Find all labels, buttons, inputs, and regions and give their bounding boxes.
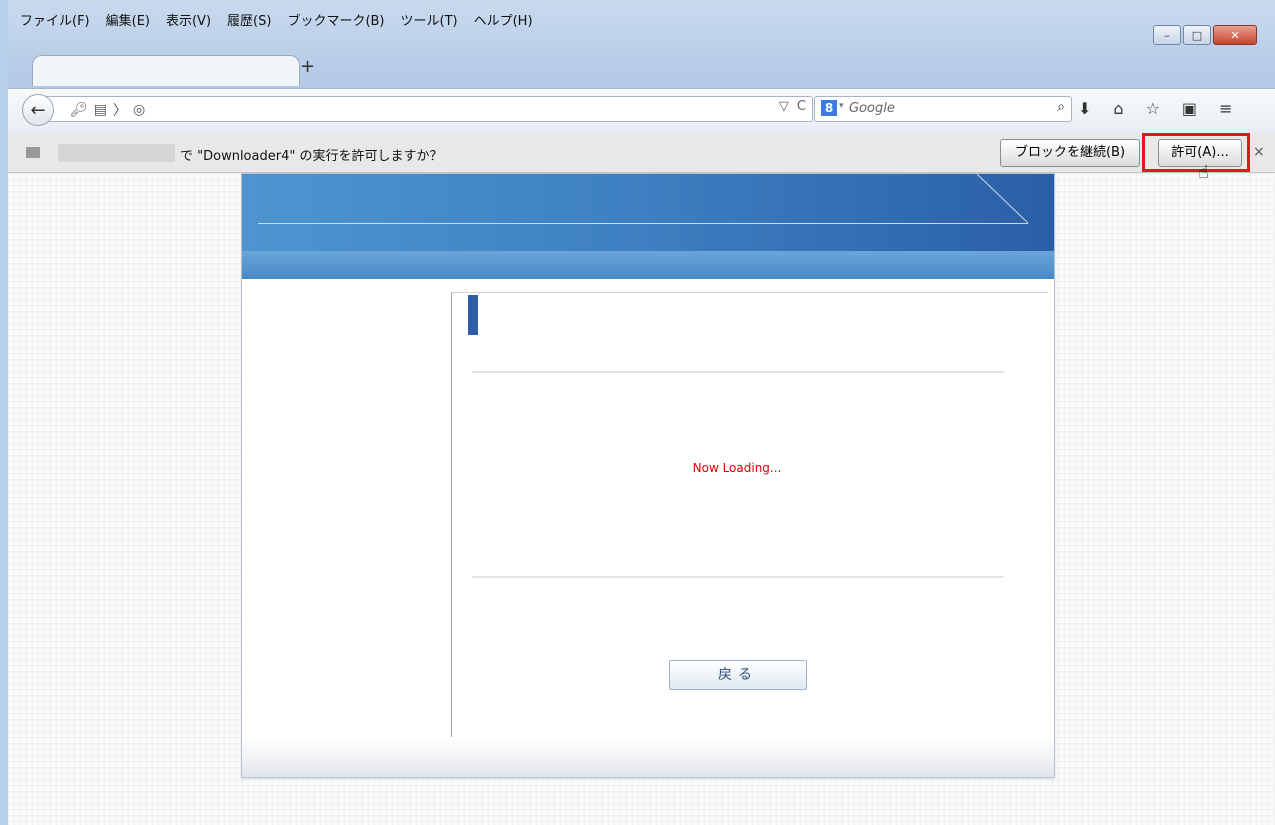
- window-controls: – □ ✕: [1153, 25, 1257, 45]
- new-tab-button[interactable]: +: [300, 56, 315, 77]
- notification-message: で "Downloader4" の実行を許可しますか？: [180, 149, 443, 164]
- loading-text: Now Loading...: [692, 461, 782, 475]
- divider: [472, 371, 1004, 373]
- bookmarks-list-icon[interactable]: ▣: [1182, 99, 1197, 118]
- banner-diagonal: [976, 174, 1029, 224]
- menu-history[interactable]: 履歴(S): [227, 10, 271, 29]
- sub-banner: [242, 251, 1054, 279]
- accent-bar: [468, 295, 478, 335]
- search-engine-dropdown-icon[interactable]: ▾: [839, 101, 844, 111]
- close-window-button[interactable]: ✕: [1213, 25, 1257, 45]
- hand-cursor-icon: ☝: [1198, 162, 1209, 183]
- header-banner: [242, 174, 1054, 251]
- plugin-icon[interactable]: ▤: [94, 102, 107, 118]
- menu-bookmarks[interactable]: ブックマーク(B): [287, 10, 384, 29]
- navigation-bar: 🔑︎ ▤ 〉 ◎ ▽ C ← 8 ▾ Google ⌕ ⬇︎ ⌂ ☆ ▣ ≡: [8, 88, 1275, 134]
- browser-tab[interactable]: [32, 55, 300, 86]
- globe-icon[interactable]: ◎: [133, 102, 145, 118]
- footer-bar: [242, 737, 1054, 777]
- browser-window: ファイル(F) 編集(E) 表示(V) 履歴(S) ブックマーク(B) ツール(…: [8, 0, 1275, 825]
- toolbar-icons: ⬇︎ ⌂ ☆ ▣ ≡: [1078, 99, 1232, 118]
- plugin-icon: [26, 147, 40, 158]
- menu-bar: ファイル(F) 編集(E) 表示(V) 履歴(S) ブックマーク(B) ツール(…: [20, 10, 533, 29]
- maximize-button[interactable]: □: [1183, 25, 1211, 45]
- search-placeholder: Google: [849, 101, 895, 116]
- dropdown-triangle-icon[interactable]: ▽: [779, 99, 789, 114]
- content-panel: Now Loading... 戻る: [451, 292, 1048, 738]
- plugin-notification-bar: で "Downloader4" の実行を許可しますか？ ブロックを継続(B) 許…: [8, 133, 1275, 173]
- download-icon[interactable]: ⬇︎: [1078, 99, 1091, 118]
- google-search-engine-icon[interactable]: 8: [821, 100, 837, 116]
- close-icon[interactable]: ×: [1253, 144, 1265, 160]
- title-bar: ファイル(F) 編集(E) 表示(V) 履歴(S) ブックマーク(B) ツール(…: [8, 0, 1275, 95]
- chevron-right-icon: 〉: [113, 103, 128, 119]
- menu-view[interactable]: 表示(V): [166, 10, 211, 29]
- page-frame: Now Loading... 戻る: [241, 173, 1055, 778]
- back-button[interactable]: ←: [22, 94, 54, 126]
- minimize-button[interactable]: –: [1153, 25, 1181, 45]
- key-icon[interactable]: 🔑︎: [70, 102, 88, 118]
- search-bar[interactable]: 8 ▾ Google ⌕: [814, 96, 1072, 122]
- home-icon[interactable]: ⌂: [1113, 99, 1123, 118]
- menu-edit[interactable]: 編集(E): [106, 10, 150, 29]
- bookmark-star-icon[interactable]: ☆: [1146, 99, 1160, 118]
- search-icon[interactable]: ⌕: [1057, 99, 1065, 115]
- keep-blocking-button[interactable]: ブロックを継続(B): [1000, 139, 1140, 167]
- menu-help[interactable]: ヘルプ(H): [474, 10, 533, 29]
- menu-tools[interactable]: ツール(T): [401, 10, 458, 29]
- menu-file[interactable]: ファイル(F): [20, 10, 90, 29]
- back-page-button[interactable]: 戻る: [669, 660, 807, 690]
- menu-hamburger-icon[interactable]: ≡: [1219, 99, 1232, 118]
- back-arrow-icon: ←: [30, 99, 46, 121]
- url-bar[interactable]: 🔑︎ ▤ 〉 ◎ ▽ C: [38, 96, 813, 122]
- reload-icon[interactable]: C: [797, 99, 806, 114]
- blurred-site-name: [58, 144, 175, 162]
- divider: [472, 576, 1004, 578]
